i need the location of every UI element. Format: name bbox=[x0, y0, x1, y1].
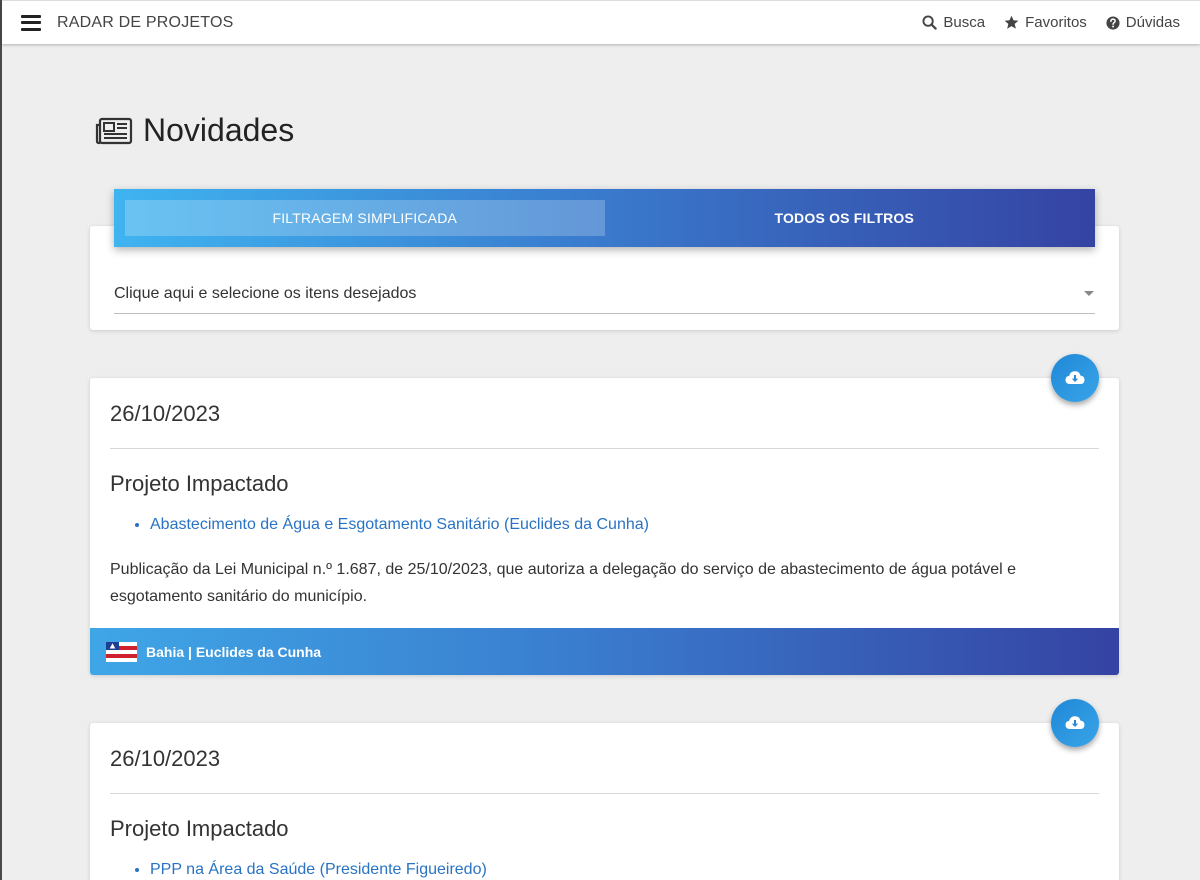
download-button[interactable] bbox=[1051, 699, 1099, 747]
hamburger-menu-icon[interactable] bbox=[21, 14, 41, 31]
newspaper-icon bbox=[95, 117, 133, 144]
cloud-download-icon bbox=[1065, 716, 1085, 729]
nav-link-favoritos[interactable]: Favoritos bbox=[1004, 14, 1087, 31]
brand-title[interactable]: RADAR DE PROJETOS bbox=[57, 14, 233, 32]
nav-link-label: Favoritos bbox=[1025, 14, 1087, 31]
divider bbox=[110, 793, 1099, 794]
tab-filtragem-simplificada[interactable]: FILTRAGEM SIMPLIFICADA bbox=[125, 200, 605, 236]
news-card: 26/10/2023 Projeto Impactado Abastecimen… bbox=[90, 378, 1119, 675]
nav-link-duvidas[interactable]: Dúvidas bbox=[1106, 14, 1180, 31]
page-title: Novidades bbox=[95, 112, 294, 149]
cloud-download-icon bbox=[1065, 371, 1085, 384]
nav-link-label: Busca bbox=[943, 14, 986, 31]
question-circle-icon bbox=[1106, 15, 1120, 30]
list-item: Abastecimento de Água e Esgotamento Sani… bbox=[150, 516, 649, 534]
search-icon bbox=[922, 15, 938, 30]
news-date: 26/10/2023 bbox=[110, 401, 221, 426]
filter-select-placeholder: Clique aqui e selecione os itens desejad… bbox=[114, 284, 417, 302]
caret-down-icon bbox=[1084, 291, 1094, 296]
filter-tabs: FILTRAGEM SIMPLIFICADA TODOS OS FILTROS bbox=[114, 189, 1095, 247]
tab-todos-os-filtros[interactable]: TODOS OS FILTROS bbox=[605, 200, 1085, 236]
location-footer: Bahia | Euclides da Cunha bbox=[90, 628, 1119, 675]
list-item: PPP na Área da Saúde (Presidente Figueir… bbox=[150, 861, 487, 879]
star-icon bbox=[1004, 15, 1019, 29]
project-list: Abastecimento de Água e Esgotamento Sani… bbox=[150, 516, 649, 534]
news-heading: Projeto Impactado bbox=[110, 816, 289, 841]
project-list: PPP na Área da Saúde (Presidente Figueir… bbox=[150, 861, 487, 879]
news-description: Publicação da Lei Municipal n.º 1.687, d… bbox=[110, 561, 1017, 605]
top-navbar: RADAR DE PROJETOS Busca Favoritos Dúvida… bbox=[2, 0, 1200, 44]
news-date: 26/10/2023 bbox=[110, 746, 221, 771]
bahia-flag-icon bbox=[106, 641, 137, 662]
nav-link-busca[interactable]: Busca bbox=[922, 14, 985, 31]
divider bbox=[110, 448, 1099, 449]
news-card: 26/10/2023 Projeto Impactado PPP na Área… bbox=[90, 723, 1119, 880]
download-button[interactable] bbox=[1051, 354, 1099, 402]
project-link[interactable]: Abastecimento de Água e Esgotamento Sani… bbox=[150, 516, 649, 533]
location-text: Bahia | Euclides da Cunha bbox=[146, 643, 322, 660]
nav-link-label: Dúvidas bbox=[1125, 14, 1180, 31]
news-heading: Projeto Impactado bbox=[110, 471, 289, 496]
project-link[interactable]: PPP na Área da Saúde (Presidente Figueir… bbox=[150, 861, 487, 878]
page-title-text: Novidades bbox=[143, 112, 295, 148]
filter-select[interactable]: Clique aqui e selecione os itens desejad… bbox=[114, 274, 1095, 314]
nav-links: Busca Favoritos Dúvidas bbox=[903, 14, 1180, 31]
